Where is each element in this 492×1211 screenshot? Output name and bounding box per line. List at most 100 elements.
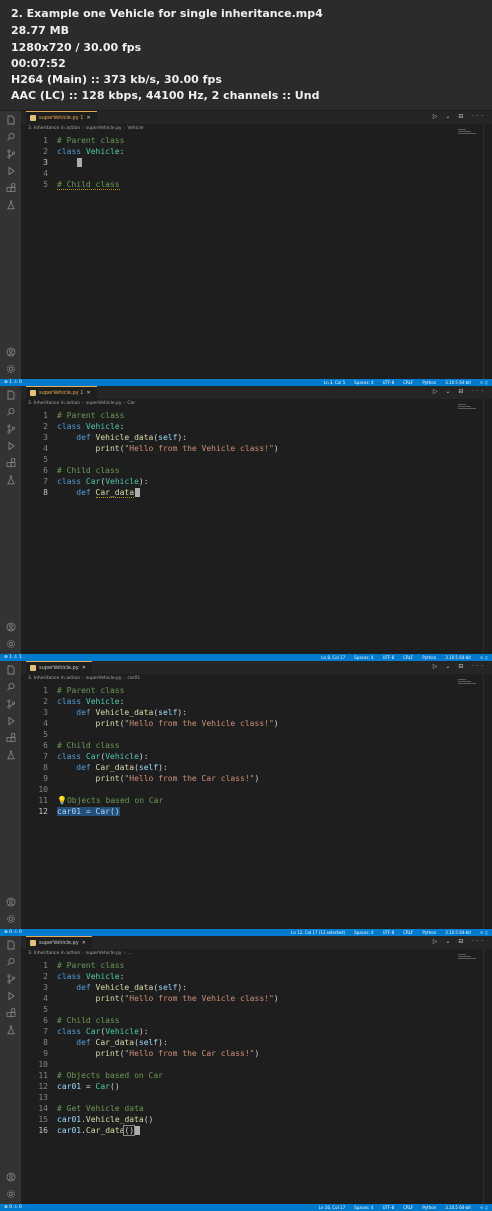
search-icon[interactable] — [6, 682, 16, 692]
settings-gear-icon[interactable] — [6, 364, 16, 374]
status-item[interactable]: Ln 12, Col 17 (13 selected) — [291, 929, 345, 936]
status-item[interactable]: Python — [422, 379, 436, 386]
status-item[interactable]: Spaces: 4 — [354, 654, 373, 661]
source-control-icon[interactable] — [6, 699, 16, 709]
settings-gear-icon[interactable] — [6, 1189, 16, 1199]
run-debug-icon[interactable] — [6, 991, 16, 1001]
code-token: ): — [177, 433, 188, 442]
breadcrumb-item[interactable]: superVehicle.py — [86, 951, 122, 956]
code-editor[interactable]: 1 # Parent class 2 class Vehicle: 3 4 5 # Chil… — [21, 135, 482, 190]
vertical-scrollbar[interactable] — [483, 124, 492, 379]
testing-icon[interactable] — [6, 750, 16, 760]
code-token: car01 — [57, 1082, 82, 1091]
account-icon[interactable] — [6, 1172, 16, 1182]
status-item[interactable]: UTF-8 — [383, 929, 395, 936]
status-item[interactable]: Python — [422, 654, 436, 661]
problems-indicator[interactable]: ⊗ 0 ⚠ 0 — [4, 929, 22, 936]
status-item[interactable]: CRLF — [403, 929, 413, 936]
breadcrumb-item[interactable]: Vehicle — [127, 126, 143, 131]
code-token: print — [95, 444, 120, 453]
breadcrumb-item[interactable]: superVehicle.py — [86, 126, 122, 131]
status-item[interactable]: CRLF — [403, 379, 413, 386]
settings-gear-icon[interactable] — [6, 914, 16, 924]
run-debug-icon[interactable] — [6, 441, 16, 451]
extensions-icon[interactable] — [6, 458, 16, 468]
problems-indicator[interactable]: ⊗ 1 ⚠ 0 — [4, 379, 22, 386]
editor-actions[interactable]: ▷ ⌄ ⊟ ··· — [433, 663, 486, 670]
editor-window: superVehicle.py ✕ ▷ ⌄ ⊟ ··· 3. Inheritance … — [0, 661, 492, 936]
vertical-scrollbar[interactable] — [483, 674, 492, 929]
code-editor[interactable]: 1 # Parent class 2 class Vehicle: 3 def Vehi… — [21, 410, 482, 498]
line-number: 3 — [43, 708, 48, 717]
account-icon[interactable] — [6, 622, 16, 632]
status-item[interactable]: Spaces: 4 — [354, 929, 373, 936]
code-editor[interactable]: 1 # Parent class 2 class Vehicle: 3 def Vehi… — [21, 685, 482, 817]
files-icon[interactable] — [6, 115, 16, 125]
close-icon[interactable]: ✕ — [86, 390, 90, 396]
minimap[interactable] — [458, 129, 480, 135]
breadcrumb-item[interactable]: 3. Inheritance in action — [28, 951, 80, 956]
status-item[interactable]: ⟐ ♫ — [480, 654, 488, 661]
status-item[interactable]: Ln 3, Col 5 — [324, 379, 345, 386]
breadcrumb-item[interactable]: Car — [127, 401, 135, 406]
code-editor[interactable]: 1 # Parent class 2 class Vehicle: 3 def Vehi… — [21, 960, 482, 1136]
search-icon[interactable] — [6, 407, 16, 417]
tab-supervehicle[interactable]: superVehicle.py ✕ — [26, 661, 92, 674]
breadcrumb-item[interactable]: superVehicle.py — [86, 401, 122, 406]
testing-icon[interactable] — [6, 1025, 16, 1035]
editor-actions[interactable]: ▷ ⌄ ⊟ ··· — [433, 113, 486, 120]
problems-indicator[interactable]: ⊗ 1 ⚠ 1 — [4, 654, 22, 661]
status-item[interactable]: ⟐ ♫ — [480, 379, 488, 386]
close-icon[interactable]: ✕ — [82, 940, 86, 946]
status-item[interactable]: 3.10.5 64-bit — [445, 379, 471, 386]
minimap[interactable] — [458, 954, 480, 960]
source-control-icon[interactable] — [6, 424, 16, 434]
run-debug-icon[interactable] — [6, 716, 16, 726]
search-icon[interactable] — [6, 132, 16, 142]
status-item[interactable]: Ln 8, Col 17 — [321, 654, 345, 661]
status-item[interactable]: ⟐ ♫ — [480, 929, 488, 936]
breadcrumb-item[interactable]: 3. Inheritance in action — [28, 126, 80, 131]
breadcrumb-item[interactable]: car01 — [127, 676, 140, 681]
editor-actions[interactable]: ▷ ⌄ ⊟ ··· — [433, 938, 486, 945]
run-debug-icon[interactable] — [6, 166, 16, 176]
search-icon[interactable] — [6, 957, 16, 967]
files-icon[interactable] — [6, 940, 16, 950]
status-item[interactable]: 3.10.5 64-bit — [445, 654, 471, 661]
close-icon[interactable]: ✕ — [82, 665, 86, 671]
account-icon[interactable] — [6, 347, 16, 357]
status-item[interactable]: UTF-8 — [383, 379, 395, 386]
status-item[interactable]: UTF-8 — [383, 654, 395, 661]
breadcrumb-item[interactable]: 3. Inheritance in action — [28, 676, 80, 681]
account-icon[interactable] — [6, 897, 16, 907]
tab-supervehicle[interactable]: superVehicle.py ✕ — [26, 936, 92, 949]
status-item[interactable]: CRLF — [403, 654, 413, 661]
vertical-scrollbar[interactable] — [483, 949, 492, 1204]
minimap[interactable] — [458, 679, 480, 685]
breadcrumb-item[interactable]: ... — [127, 951, 131, 956]
files-icon[interactable] — [6, 665, 16, 675]
source-control-icon[interactable] — [6, 974, 16, 984]
editor-actions[interactable]: ▷ ⌄ ⊟ ··· — [433, 388, 486, 395]
testing-icon[interactable] — [6, 200, 16, 210]
breadcrumb: 3. Inheritance in action › superVehicle.py… — [28, 124, 144, 133]
extensions-icon[interactable] — [6, 733, 16, 743]
tab-supervehicle[interactable]: superVehicle.py 1 ✕ — [26, 386, 97, 399]
source-control-icon[interactable] — [6, 149, 16, 159]
status-item[interactable]: Python — [422, 929, 436, 936]
close-icon[interactable]: ✕ — [86, 115, 90, 121]
breadcrumb-item[interactable]: 3. Inheritance in action — [28, 401, 80, 406]
code-token: Vehicle_data — [85, 1115, 144, 1124]
tab-supervehicle[interactable]: superVehicle.py 1 ✕ — [26, 111, 97, 124]
settings-gear-icon[interactable] — [6, 639, 16, 649]
extensions-icon[interactable] — [6, 1008, 16, 1018]
files-icon[interactable] — [6, 390, 16, 400]
breadcrumb-item[interactable]: superVehicle.py — [86, 676, 122, 681]
extensions-icon[interactable] — [6, 183, 16, 193]
testing-icon[interactable] — [6, 475, 16, 485]
vertical-scrollbar[interactable] — [483, 399, 492, 654]
status-item[interactable]: 3.10.5 64-bit — [445, 929, 471, 936]
minimap[interactable] — [458, 404, 480, 410]
status-item[interactable]: Spaces: 4 — [354, 379, 373, 386]
